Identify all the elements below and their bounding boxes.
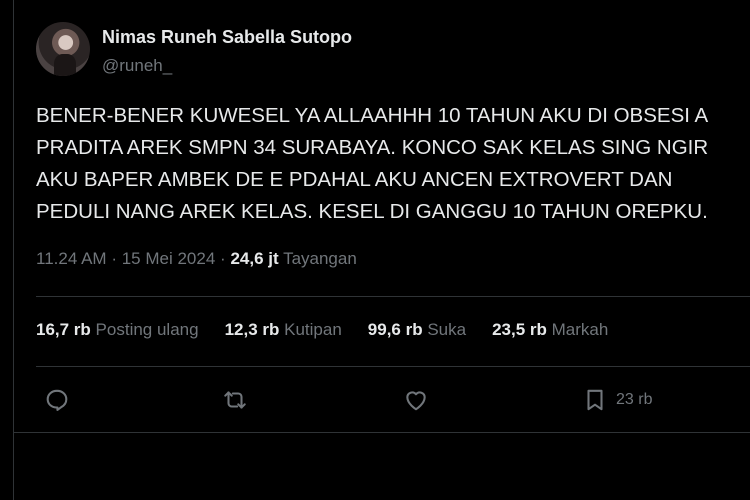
- likes-label: Suka: [427, 320, 467, 339]
- bookmark-icon: [587, 389, 603, 411]
- left-border: [13, 0, 14, 500]
- bookmarks-count: 23,5 rb: [492, 320, 547, 339]
- avatar[interactable]: [36, 22, 90, 76]
- author-display-name[interactable]: Nimas Runeh Sabella Sutopo: [102, 27, 352, 48]
- like-button[interactable]: [403, 383, 429, 417]
- tweet-time[interactable]: 11.24 AM: [36, 249, 107, 268]
- tweet-meta: 11.24 AM · 15 Mei 2024 · 24,6 jt Tayanga…: [36, 249, 357, 269]
- quotes-count: 12,3 rb: [224, 320, 280, 339]
- action-bar: 23 rb: [36, 383, 750, 417]
- divider: [14, 432, 750, 433]
- meta-separator: ·: [220, 249, 226, 268]
- meta-separator: ·: [111, 249, 117, 268]
- bookmarks-stat[interactable]: 23,5 rb Markah: [492, 320, 608, 340]
- repost-button[interactable]: [222, 383, 248, 417]
- bookmark-button[interactable]: 23 rb: [582, 383, 652, 417]
- bookmark-count: 23 rb: [616, 391, 653, 408]
- views-label: Tayangan: [283, 249, 357, 268]
- engagement-stats: 16,7 rb Posting ulang 12,3 rb Kutipan 99…: [36, 320, 634, 340]
- reposts-label: Posting ulang: [95, 320, 199, 339]
- tweet-line: BENER-BENER KUWESEL YA ALLAAHHH 10 TAHUN…: [36, 104, 709, 127]
- tweet-header: Nimas Runeh Sabella Sutopo @runeh_: [36, 22, 352, 76]
- divider: [36, 296, 750, 297]
- author-names: Nimas Runeh Sabella Sutopo @runeh_: [102, 27, 352, 76]
- likes-stat[interactable]: 99,6 rb Suka: [368, 320, 466, 340]
- divider: [36, 366, 750, 367]
- views-count: 24,6 jt: [230, 249, 279, 268]
- tweet-date[interactable]: 15 Mei 2024: [122, 249, 216, 268]
- likes-count: 99,6 rb: [367, 320, 423, 339]
- bookmarks-label: Markah: [551, 320, 609, 339]
- tweet-line: AKU BAPER AMBEK DE E PDAHAL AKU ANCEN EX…: [36, 168, 673, 191]
- like-icon: [406, 391, 426, 411]
- quotes-stat[interactable]: 12,3 rb Kutipan: [225, 320, 342, 340]
- reposts-count: 16,7 rb: [36, 320, 91, 339]
- repost-icon: [224, 391, 246, 409]
- quotes-label: Kutipan: [284, 320, 342, 339]
- reposts-stat[interactable]: 16,7 rb Posting ulang: [36, 320, 199, 340]
- tweet-line: PRADITA AREK SMPN 34 SURABAYA. KONCO SAK…: [36, 136, 709, 159]
- tweet-text: BENER-BENER KUWESEL YA ALLAAHHH 10 TAHUN…: [36, 100, 750, 228]
- reply-button[interactable]: [44, 383, 70, 417]
- author-handle[interactable]: @runeh_: [102, 56, 352, 76]
- tweet-line: PEDULI NANG AREK KELAS. KESEL DI GANGGU …: [36, 200, 708, 223]
- reply-icon: [46, 389, 68, 411]
